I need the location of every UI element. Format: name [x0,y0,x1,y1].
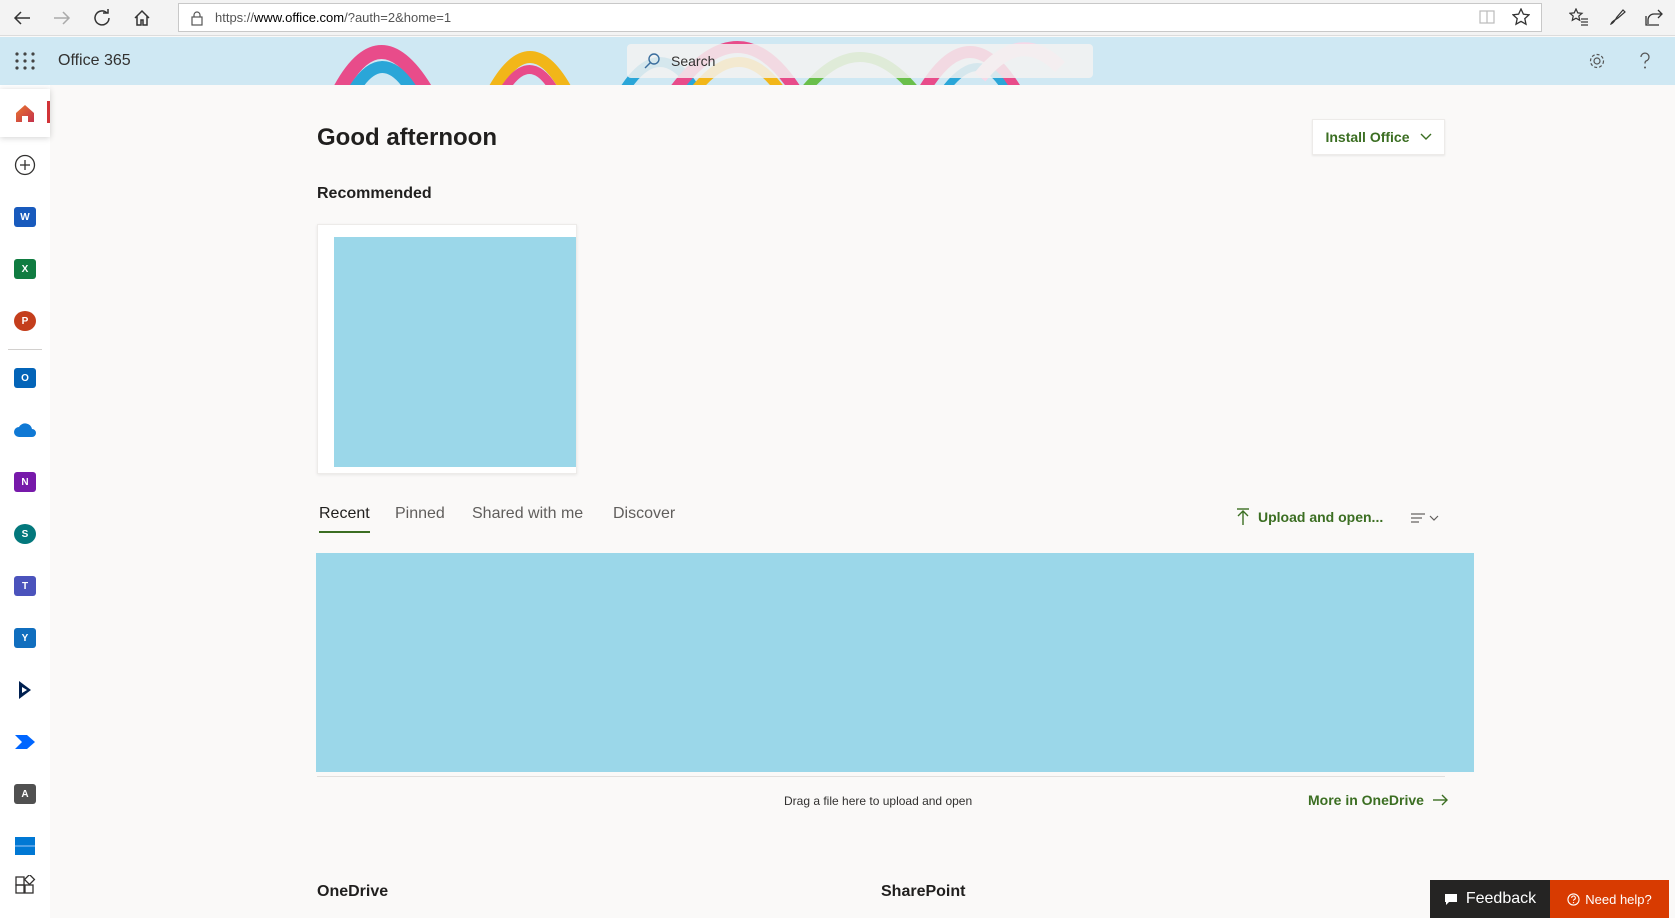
rail-item-home[interactable] [0,89,50,137]
drag-upload-hint: Drag a file here to upload and open [784,794,973,808]
all-apps-icon [15,875,36,894]
favorite-button[interactable] [1510,6,1532,28]
tab-shared-with-me[interactable]: Shared with me [472,505,583,523]
onedrive-heading: OneDrive [317,883,389,900]
search-icon [644,53,660,69]
sharepoint-heading: SharePoint [881,883,966,900]
recommended-heading: Recommended [317,185,432,202]
refresh-icon [94,9,110,26]
comment-icon [1444,894,1457,905]
home-button[interactable] [128,4,156,32]
rail-item-onedrive[interactable] [0,406,50,454]
browser-toolbar: https://www.office.com/?auth=2&home=1 [0,0,1675,36]
rail-item-outlook[interactable]: O [0,354,50,402]
outlook-icon: O [14,368,36,388]
admin-icon: A [14,784,36,804]
rail-item-dynamics[interactable] [0,666,50,714]
upload-and-open-button[interactable]: Upload and open... [1236,508,1383,526]
office-header: Office 365 Search [0,37,1675,85]
upload-icon [1237,508,1249,525]
rail-item-all-apps[interactable] [0,862,50,910]
rail-item-yammer[interactable]: Y [0,614,50,662]
dynamics-icon [19,681,31,699]
upload-label: Upload and open... [1258,509,1384,525]
rail-divider [8,349,42,350]
more-in-onedrive-link[interactable]: More in OneDrive [1308,792,1448,808]
teams-icon: T [14,576,36,596]
recommended-card[interactable] [317,224,577,474]
reading-view-button[interactable] [1476,6,1498,28]
home-icon [16,105,34,122]
recommended-thumbnail [334,237,576,467]
powerpoint-icon: P [14,311,36,331]
more-in-onedrive-label: More in OneDrive [1308,792,1424,808]
help-button[interactable] [1633,49,1657,73]
yammer-icon: Y [14,628,36,648]
rail-item-teams[interactable]: T [0,562,50,610]
app-title[interactable]: Office 365 [58,52,131,70]
favorites-hub-button[interactable] [1568,6,1590,28]
rail-item-power-automate[interactable] [0,718,50,766]
tab-pinned[interactable]: Pinned [395,505,445,523]
rail-item-onenote[interactable]: N [0,458,50,506]
onenote-icon: N [14,472,36,492]
reading-view-icon [1479,10,1495,24]
rail-item-powerpoint[interactable]: P [0,297,50,345]
rail-item-create[interactable] [0,141,50,189]
rail-item-admin[interactable]: A [0,770,50,818]
chevron-down-icon [1420,133,1432,140]
recent-files-area [316,553,1474,772]
sort-button[interactable] [1410,508,1442,528]
browser-home-icon [134,9,150,26]
share-icon [1645,9,1663,26]
search-placeholder: Search [671,53,716,69]
store-icon [15,837,35,855]
search-input[interactable]: Search [627,44,1093,78]
word-icon: W [14,207,36,227]
excel-icon: X [14,259,36,279]
back-arrow-icon [13,11,30,25]
rail-item-word[interactable]: W [0,193,50,241]
back-button[interactable] [8,4,36,32]
sort-lines-icon [1411,513,1425,523]
feedback-button[interactable]: Feedback [1430,880,1550,918]
favorites-list-icon [1569,8,1588,26]
settings-button[interactable] [1585,49,1609,73]
question-icon [1640,52,1650,69]
url-text: https://www.office.com/?auth=2&home=1 [215,10,452,25]
tab-discover[interactable]: Discover [613,505,675,523]
power-automate-icon [15,735,35,749]
install-office-button[interactable]: Install Office [1312,119,1445,155]
share-button[interactable] [1643,6,1665,28]
pen-icon [1610,9,1626,25]
feedback-label: Feedback [1465,890,1537,907]
arrow-right-icon [1432,794,1448,806]
rail-item-excel[interactable]: X [0,245,50,293]
app-rail: W X P O N S T Y A [0,85,50,918]
install-office-label: Install Office [1325,129,1410,145]
greeting-heading: Good afternoon [317,124,497,151]
chevron-down-icon [1429,515,1439,521]
app-launcher-icon[interactable] [14,51,36,71]
help-circle-icon [1567,892,1580,906]
forward-arrow-icon [54,11,71,25]
forward-button[interactable] [48,4,76,32]
refresh-button[interactable] [88,4,116,32]
recent-divider [317,776,1445,777]
gear-icon [1589,53,1605,69]
rail-item-sharepoint[interactable]: S [0,510,50,558]
address-bar[interactable]: https://www.office.com/?auth=2&home=1 [178,3,1542,32]
sharepoint-icon: S [14,524,36,544]
lock-icon [191,10,203,26]
star-icon [1512,8,1530,26]
need-help-button[interactable]: Need help? [1550,880,1669,918]
web-note-button[interactable] [1607,6,1629,28]
need-help-label: Need help? [1585,891,1652,907]
onedrive-icon [14,423,36,437]
create-icon [14,154,36,176]
tab-recent[interactable]: Recent [319,505,370,533]
